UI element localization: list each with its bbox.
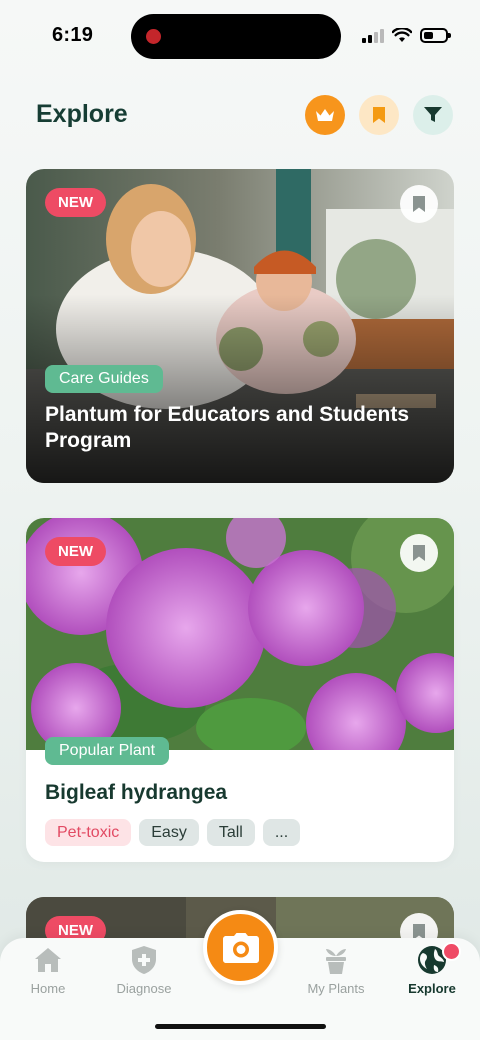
home-icon bbox=[35, 948, 61, 972]
new-badge: NEW bbox=[45, 537, 106, 566]
crown-icon bbox=[316, 109, 334, 121]
tag-tall: Tall bbox=[206, 819, 255, 846]
tag-easy: Easy bbox=[139, 819, 199, 846]
card-title: Plantum for Educators and Students Progr… bbox=[45, 403, 410, 452]
category-chip: Care Guides bbox=[45, 365, 163, 393]
plant-card-hydrangea[interactable]: NEW Popular Plant Bigleaf hydrangea Pet-… bbox=[26, 518, 454, 862]
dynamic-island bbox=[131, 14, 341, 59]
filter-button[interactable] bbox=[413, 95, 453, 135]
tab-diagnose[interactable]: Diagnose bbox=[96, 938, 192, 996]
new-badge: NEW bbox=[45, 188, 106, 217]
card-title: Bigleaf hydrangea bbox=[45, 781, 228, 804]
tab-label: Explore bbox=[408, 981, 456, 996]
tab-label: My Plants bbox=[307, 981, 365, 996]
status-bar: 6:19 bbox=[0, 0, 480, 72]
home-indicator bbox=[155, 1024, 326, 1029]
battery-icon bbox=[420, 27, 451, 43]
tab-label: Diagnose bbox=[116, 981, 172, 996]
tab-explore[interactable]: Explore bbox=[384, 938, 480, 996]
bookmark-button[interactable] bbox=[400, 534, 438, 572]
status-time: 6:19 bbox=[52, 24, 94, 46]
premium-button[interactable] bbox=[305, 95, 345, 135]
status-icons bbox=[362, 27, 451, 43]
camera-icon bbox=[222, 932, 259, 963]
tab-my-plants[interactable]: My Plants bbox=[288, 938, 384, 996]
bookmark-icon bbox=[413, 196, 425, 212]
bookmark-icon bbox=[373, 107, 385, 123]
notification-dot bbox=[442, 942, 461, 961]
potted-plant-icon bbox=[326, 949, 346, 974]
saved-button[interactable] bbox=[359, 95, 399, 135]
plant-tags: Pet-toxic Easy Tall ... bbox=[45, 819, 301, 846]
cellular-signal-icon bbox=[362, 27, 384, 43]
header-actions bbox=[305, 95, 453, 135]
page-title: Explore bbox=[36, 100, 128, 128]
filter-icon bbox=[424, 107, 442, 122]
camera-button[interactable] bbox=[203, 910, 278, 985]
article-card-educators[interactable]: NEW Care Guides Plantum for Educators an… bbox=[26, 169, 454, 483]
tag-more[interactable]: ... bbox=[262, 819, 301, 846]
tag-pet-toxic: Pet-toxic bbox=[45, 819, 132, 846]
tab-label: Home bbox=[30, 981, 66, 996]
tab-home[interactable]: Home bbox=[0, 938, 96, 996]
bookmark-button[interactable] bbox=[400, 185, 438, 223]
wifi-icon bbox=[392, 27, 412, 42]
bookmark-icon bbox=[413, 545, 425, 561]
category-chip: Popular Plant bbox=[45, 737, 170, 765]
recording-indicator bbox=[146, 29, 161, 44]
shield-plus-icon bbox=[132, 946, 156, 974]
